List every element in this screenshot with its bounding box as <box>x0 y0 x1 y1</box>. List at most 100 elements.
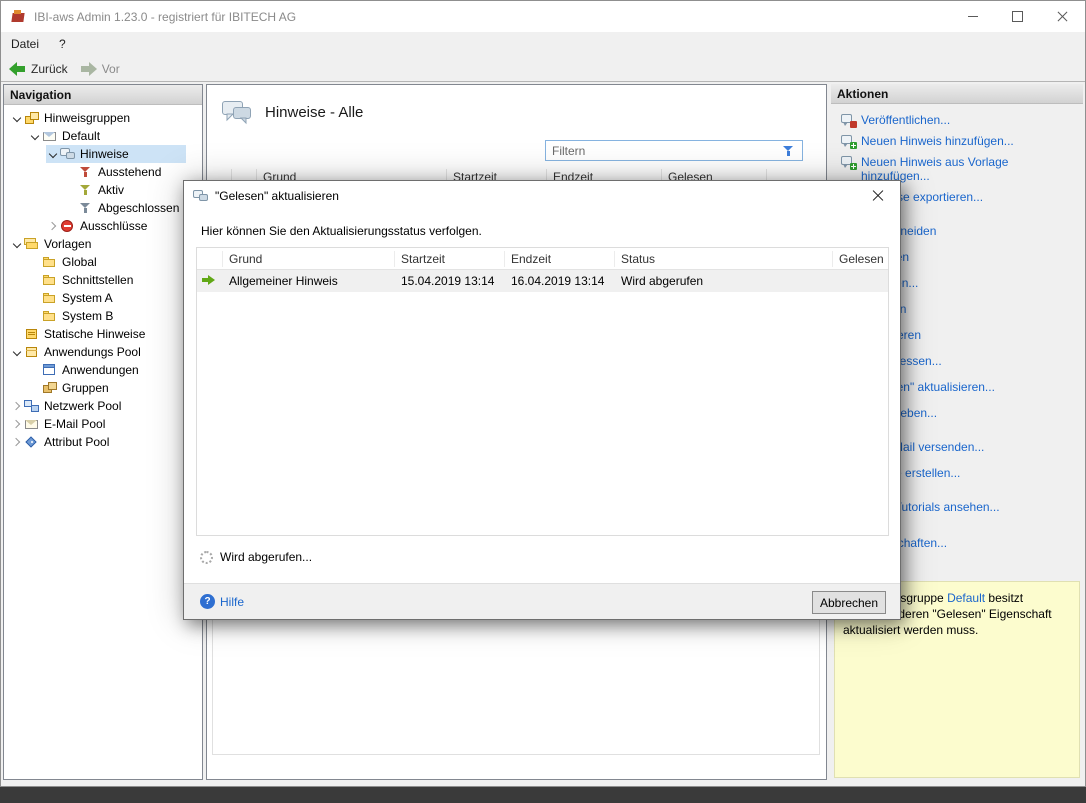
tree-item-system-b[interactable]: System B <box>28 307 186 325</box>
chevron-spacer <box>28 361 42 379</box>
chevron-spacer <box>28 379 42 397</box>
chevron-down-icon[interactable] <box>46 145 60 163</box>
tree-item-netzwerk-pool[interactable]: Netzwerk Pool <box>10 397 186 415</box>
chevron-down-icon[interactable] <box>10 109 24 127</box>
tree-item-ausstehend[interactable]: Ausstehend <box>64 163 186 181</box>
dialog-status-text: Wird abgerufen... <box>220 550 312 564</box>
dialog-table: GrundStartzeitEndzeitStatusGelesen Allge… <box>196 247 889 536</box>
dialog-col-startzeit[interactable]: Startzeit <box>395 251 505 267</box>
screen: IBI-aws Admin 1.23.0 - registriert für I… <box>0 0 1086 803</box>
dialog-col-icon[interactable] <box>197 251 223 267</box>
tree-item-system-a[interactable]: System A <box>28 289 186 307</box>
main-title-row: Hinweise - Alle <box>221 99 363 126</box>
add-note-template-icon <box>841 155 856 169</box>
chevron-right-icon[interactable] <box>10 415 24 433</box>
forward-arrow-icon <box>80 62 97 76</box>
group-icon <box>24 111 40 125</box>
network-icon <box>24 399 40 413</box>
apps-icon <box>42 363 58 377</box>
action-veroeffentlichen[interactable]: Veröffentlichen... <box>841 113 1075 127</box>
dialog-col-endzeit[interactable]: Endzeit <box>505 251 615 267</box>
action-neuen-hinweis-hinzufuegen[interactable]: Neuen Hinweis hinzufügen... <box>841 134 1075 148</box>
tree-item-schnittstellen[interactable]: Schnittstellen <box>28 271 186 289</box>
tree-item-abgeschlossen[interactable]: Abgeschlossen <box>64 199 186 217</box>
chevron-spacer <box>28 289 42 307</box>
chevron-down-icon[interactable] <box>10 343 24 361</box>
dialog-col-status[interactable]: Status <box>615 251 833 267</box>
tree-item-label: System A <box>58 291 117 305</box>
window-title: IBI-aws Admin 1.23.0 - registriert für I… <box>34 10 296 24</box>
cancel-button[interactable]: Abbrechen <box>812 591 886 614</box>
forward-button[interactable]: Vor <box>80 62 120 76</box>
forward-label: Vor <box>102 62 120 76</box>
tree-item-label: System B <box>58 309 117 323</box>
back-arrow-icon <box>9 62 26 76</box>
chevron-spacer <box>64 163 78 181</box>
publish-icon <box>841 113 856 127</box>
templates-icon <box>24 237 40 251</box>
info-default-link[interactable]: Default <box>947 591 985 605</box>
folder-icon <box>42 309 58 323</box>
chevron-down-icon[interactable] <box>28 127 42 145</box>
notes-icon <box>60 147 76 161</box>
chevron-spacer <box>28 307 42 325</box>
help-link[interactable]: Hilfe <box>200 594 244 609</box>
help-label: Hilfe <box>220 595 244 609</box>
tree-item-label: Hinweisgruppen <box>40 111 134 125</box>
dialog-col-gelesen[interactable]: Gelesen <box>833 251 888 267</box>
dialog-cell-2: 16.04.2019 13:14 <box>505 274 615 288</box>
close-button[interactable] <box>1040 1 1085 32</box>
dialog-description: Hier können Sie den Aktualisierungsstatu… <box>201 224 482 238</box>
chevron-right-icon[interactable] <box>46 217 60 235</box>
chevron-spacer <box>28 253 42 271</box>
chevron-down-icon[interactable] <box>10 235 24 253</box>
chevron-spacer <box>10 325 24 343</box>
tree-item-attribut-pool[interactable]: Attribut Pool <box>10 433 186 451</box>
tree-item-hinweisgruppen[interactable]: Hinweisgruppen <box>10 109 186 127</box>
chevron-right-icon[interactable] <box>10 433 24 451</box>
minimize-button[interactable] <box>950 1 995 32</box>
funnel-done-icon <box>78 201 94 215</box>
tree-item-vorlagen[interactable]: Vorlagen <box>10 235 186 253</box>
tree-item-hinweise[interactable]: Hinweise <box>46 145 186 163</box>
tree-item-label: Ausschlüsse <box>76 219 151 233</box>
dialog-close-button[interactable] <box>855 181 900 210</box>
action-label: Neuen Hinweis aus Vorlage hinzufügen... <box>861 155 1075 183</box>
menu-help[interactable]: ? <box>49 33 76 55</box>
navigation-header: Navigation <box>4 85 202 105</box>
dialog-table-rows: Allgemeiner Hinweis15.04.2019 13:1416.04… <box>197 270 888 292</box>
tree-item-label: Default <box>58 129 104 143</box>
plus-overlay-icon <box>850 163 857 170</box>
tree-item-gruppen[interactable]: Gruppen <box>28 379 186 397</box>
dialog-col-grund[interactable]: Grund <box>223 251 395 267</box>
tree-item-anwendungen[interactable]: Anwendungen <box>28 361 186 379</box>
navigation-panel: Navigation Hinweisgruppen Default Hinweise… <box>3 84 203 780</box>
tree-item-label: Vorlagen <box>40 237 95 251</box>
funnel-active-icon <box>78 183 94 197</box>
groups-icon <box>42 381 58 395</box>
dialog-table-row[interactable]: Allgemeiner Hinweis15.04.2019 13:1416.04… <box>197 270 888 292</box>
chevron-right-icon[interactable] <box>10 397 24 415</box>
help-icon <box>200 594 215 609</box>
tree-item-aktiv[interactable]: Aktiv <box>64 181 186 199</box>
tree-item-ausschluesse[interactable]: Ausschlüsse <box>46 217 186 235</box>
tree-item-statische-hinweise[interactable]: Statische Hinweise <box>10 325 186 343</box>
tree-item-label: E-Mail Pool <box>40 417 109 431</box>
back-button[interactable]: Zurück <box>9 62 68 76</box>
tree-item-label: Schnittstellen <box>58 273 137 287</box>
action-neuen-hinweis-aus-vorlage-hinzufuegen[interactable]: Neuen Hinweis aus Vorlage hinzufügen... <box>841 155 1075 183</box>
maximize-button[interactable] <box>995 1 1040 32</box>
filter-funnel-icon[interactable] <box>781 144 797 158</box>
titlebar: IBI-aws Admin 1.23.0 - registriert für I… <box>1 1 1085 32</box>
tree-item-global[interactable]: Global <box>28 253 186 271</box>
window-controls <box>950 1 1085 32</box>
static-icon <box>24 327 40 341</box>
tree-item-e-mail-pool[interactable]: E-Mail Pool <box>10 415 186 433</box>
filter-input[interactable] <box>546 144 781 158</box>
chevron-spacer <box>64 181 78 199</box>
menu-datei[interactable]: Datei <box>1 33 49 55</box>
pool-icon <box>24 345 40 359</box>
tree-item-anwendungs-pool[interactable]: Anwendungs Pool <box>10 343 186 361</box>
folder-icon <box>42 273 58 287</box>
tree-item-default[interactable]: Default <box>28 127 186 145</box>
